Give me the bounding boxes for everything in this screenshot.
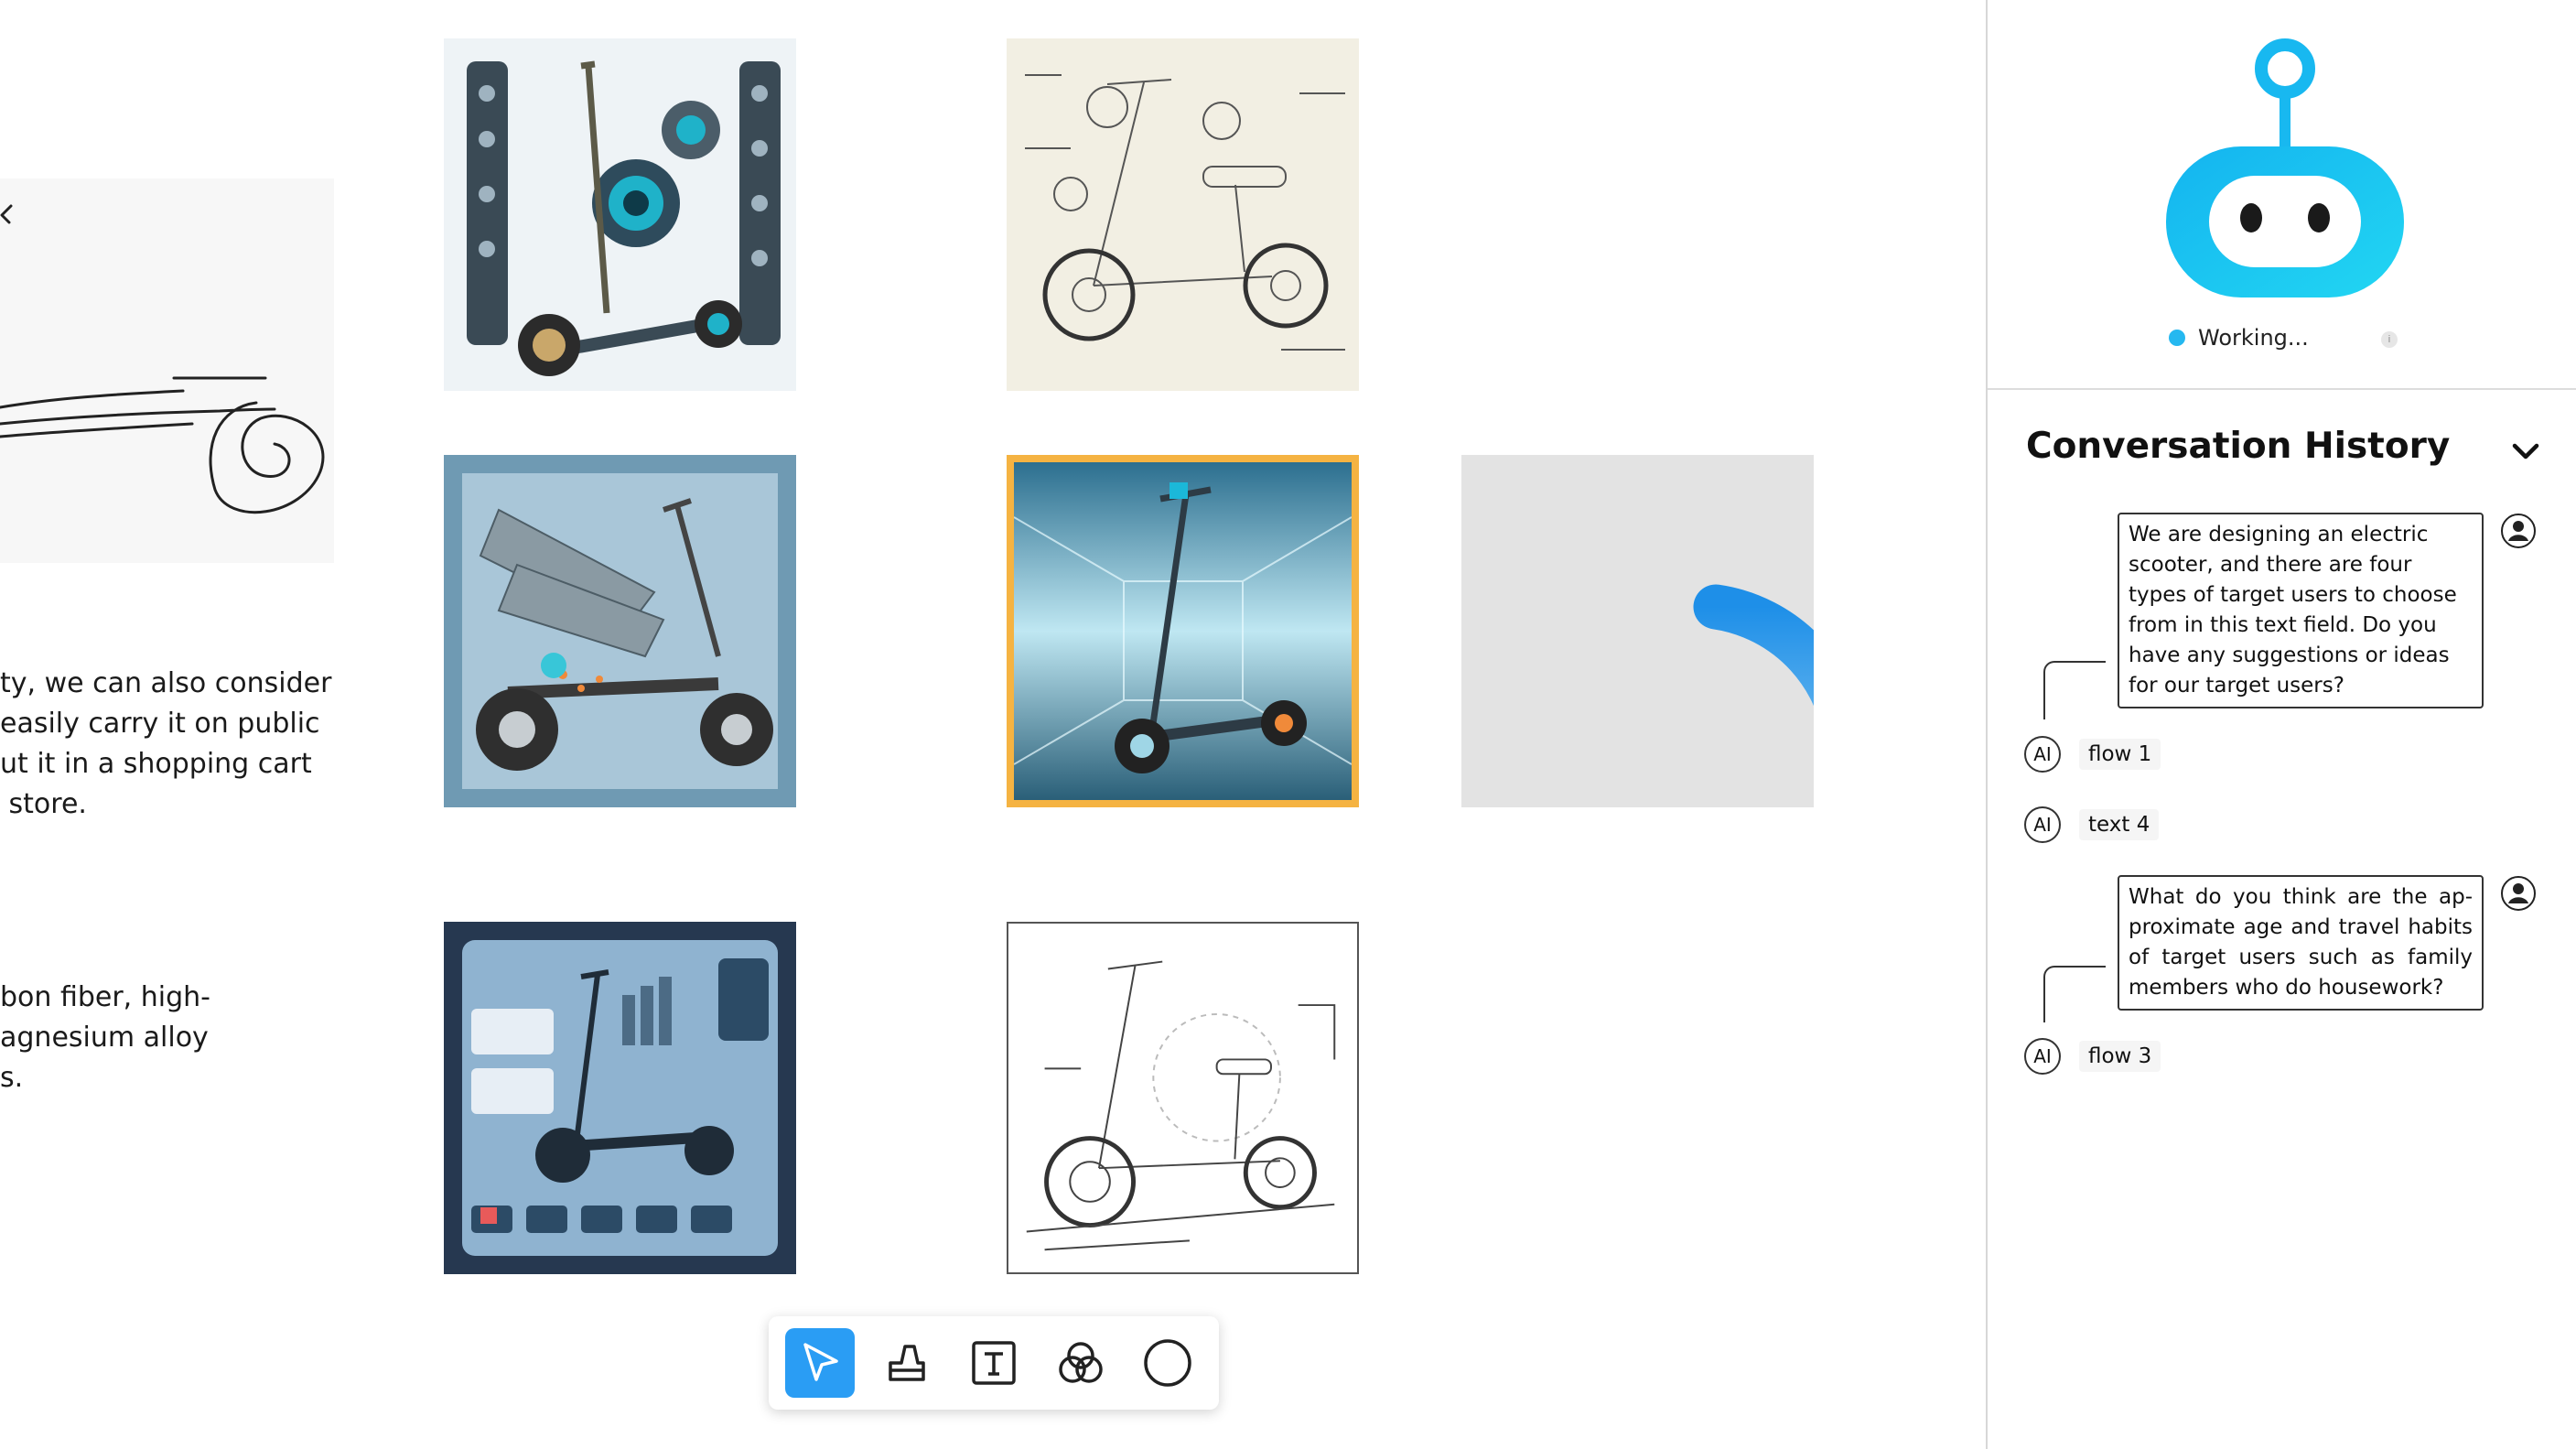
shapes-icon: [1059, 1342, 1103, 1383]
circle-tool-button[interactable]: [1133, 1328, 1202, 1398]
canvas-note-text[interactable]: bon fiber, high- agnesium alloy s.: [0, 978, 210, 1098]
image-scooter-futuristic-corridor[interactable]: [1007, 455, 1359, 807]
text-tool-icon: [972, 1341, 1016, 1385]
image-scooter-wing-explosion[interactable]: [444, 455, 796, 807]
conversation-history-title: Conversation History: [2026, 426, 2451, 467]
pointer-icon: [803, 1343, 838, 1381]
ai-response-label[interactable]: flow 1: [2079, 739, 2161, 770]
ai-response-label[interactable]: text 4: [2079, 809, 2160, 840]
agent-status-area: Working... i: [1988, 0, 2576, 390]
drawing-toolbar: [769, 1316, 1219, 1410]
robot-avatar-icon: [2166, 38, 2404, 297]
message-connector: [2043, 661, 2106, 719]
user-avatar-icon: [2501, 876, 2536, 911]
info-icon[interactable]: i: [2381, 331, 2398, 348]
freehand-sketch[interactable]: [0, 178, 334, 563]
user-message[interactable]: We are designing an electric scooter, an…: [2118, 513, 2484, 708]
agent-status: Working...: [2169, 325, 2309, 351]
chevron-down-icon[interactable]: [2509, 435, 2542, 468]
scooter-image: [1008, 924, 1357, 1272]
scooter-image: [444, 455, 796, 807]
message-connector: [2043, 966, 2106, 1022]
ai-response-label[interactable]: flow 3: [2079, 1041, 2161, 1072]
canvas-note-text[interactable]: ty, we can also consider easily carry it…: [0, 664, 331, 825]
ai-badge: AI: [2024, 806, 2061, 843]
design-canvas[interactable]: ty, we can also consider easily carry it…: [0, 0, 1986, 1449]
image-scooter-infographic[interactable]: [444, 922, 796, 1274]
status-indicator-icon: [2169, 330, 2185, 346]
scooter-image: [444, 922, 796, 1274]
text-tool-button[interactable]: [959, 1328, 1029, 1398]
image-scooter-line-drawing[interactable]: [1007, 922, 1359, 1274]
shapes-tool-button[interactable]: [1046, 1328, 1116, 1398]
loading-spinner-icon: [1693, 584, 1814, 707]
ai-response[interactable]: AI flow 3: [2024, 1038, 2161, 1075]
ai-badge: AI: [2024, 736, 2061, 773]
scooter-image: [1007, 38, 1359, 391]
scooter-image: [444, 38, 796, 391]
status-text: Working...: [2198, 325, 2309, 351]
user-avatar-icon: [2501, 514, 2536, 548]
ai-response[interactable]: AI text 4: [2024, 806, 2160, 843]
user-message[interactable]: What do you think are the ap-proximate a…: [2118, 875, 2484, 1011]
select-tool-button[interactable]: [784, 1328, 855, 1398]
eraser-tool-button[interactable]: [872, 1328, 942, 1398]
image-scooter-technical-sketch[interactable]: [1007, 38, 1359, 391]
image-scooter-concept-ui-panels[interactable]: [444, 38, 796, 391]
assistant-panel: Working... i Conversation History We are…: [1986, 0, 2576, 1449]
eraser-icon: [889, 1345, 925, 1381]
scooter-image: [1014, 462, 1352, 800]
ai-badge: AI: [2024, 1038, 2061, 1075]
image-scooter-generating[interactable]: [1461, 455, 1814, 807]
circle-icon: [1144, 1339, 1192, 1387]
ai-response[interactable]: AI flow 1: [2024, 736, 2161, 773]
